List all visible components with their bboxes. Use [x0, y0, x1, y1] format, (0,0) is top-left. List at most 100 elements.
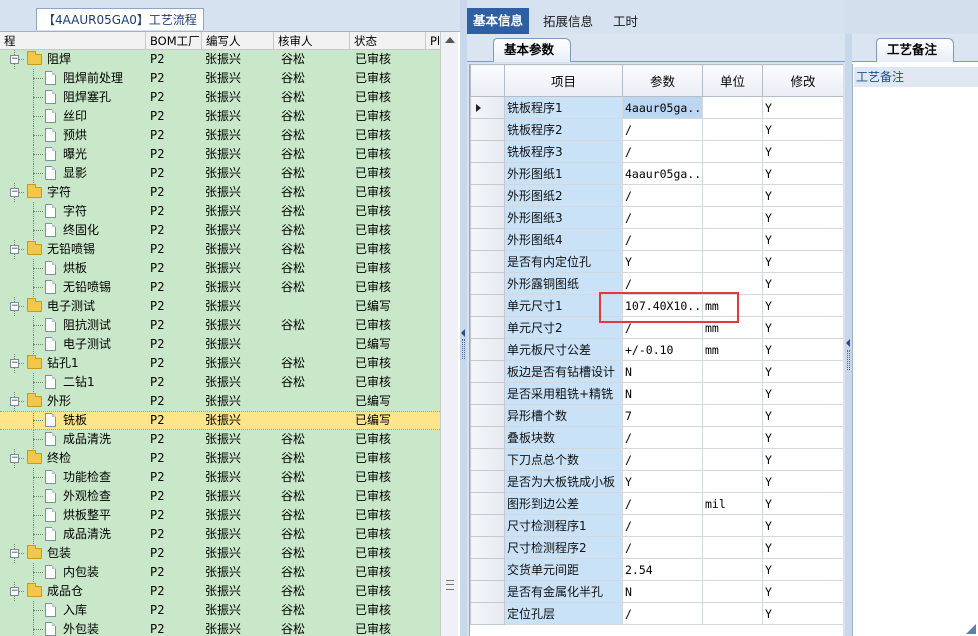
param-modify-cell[interactable]: Y: [762, 140, 843, 163]
tab-basic-info[interactable]: 基本信息: [467, 8, 530, 34]
tree-group-row[interactable]: − 钻孔1 P2 张振兴 谷松 已审核: [0, 354, 440, 373]
param-modify-cell[interactable]: Y: [762, 206, 843, 229]
param-row[interactable]: 异形槽个数 7 Y: [470, 404, 843, 427]
tree-group-row[interactable]: − 电子测试 P2 张振兴 已编写: [0, 297, 440, 316]
param-modify-cell[interactable]: Y: [762, 272, 843, 295]
param-unit-cell[interactable]: [702, 536, 763, 559]
param-row[interactable]: 是否为大板铣成小板 Y Y: [470, 470, 843, 493]
tree-step-row[interactable]: 外包装 P2 张振兴 谷松 已审核: [0, 620, 440, 636]
col-header-status[interactable]: 状态: [350, 32, 426, 50]
param-unit-cell[interactable]: [702, 580, 763, 603]
collapse-toggle-icon[interactable]: −: [10, 245, 19, 254]
param-value-cell[interactable]: /: [622, 140, 703, 163]
tree-step-row[interactable]: 铣板 P2 张振兴 已编写: [0, 411, 440, 430]
param-value-cell[interactable]: Y: [622, 470, 703, 493]
param-value-cell[interactable]: 7: [622, 404, 703, 427]
param-row[interactable]: 单元尺寸1 107.40X10... mm Y: [470, 294, 843, 317]
param-value-cell[interactable]: /: [622, 514, 703, 537]
tree-step-row[interactable]: 显影 P2 张振兴 谷松 已审核: [0, 164, 440, 183]
param-row[interactable]: 铣板程序2/ Y: [470, 118, 843, 141]
param-value-cell[interactable]: 4aaur05ga...: [622, 162, 703, 185]
row-selector[interactable]: [470, 96, 505, 119]
row-selector[interactable]: [470, 492, 505, 515]
tab-basic-params[interactable]: 基本参数: [493, 38, 572, 62]
row-selector[interactable]: [470, 536, 505, 559]
param-unit-cell[interactable]: [702, 470, 763, 493]
row-selector[interactable]: [470, 558, 505, 581]
param-row[interactable]: 是否采用粗铣+精铣 N Y: [470, 382, 843, 405]
tree-step-row[interactable]: 阻抗测试 P2 张振兴 谷松 已审核: [0, 316, 440, 335]
param-row[interactable]: 是否有金属化半孔 N Y: [470, 580, 843, 603]
row-selector[interactable]: [470, 250, 505, 273]
tree-step-row[interactable]: 成品清洗 P2 张振兴 谷松 已审核: [0, 525, 440, 544]
tree-step-row[interactable]: 外观检查 P2 张振兴 谷松 已审核: [0, 487, 440, 506]
col-header-modify[interactable]: 修改: [762, 64, 843, 97]
tree-vertical-scrollbar[interactable]: [440, 32, 458, 636]
collapse-toggle-icon[interactable]: −: [10, 587, 19, 596]
tree-group-row[interactable]: − 阻焊 P2 张振兴 谷松 已审核: [0, 50, 440, 69]
row-selector[interactable]: [470, 140, 505, 163]
param-value-cell[interactable]: /: [622, 206, 703, 229]
param-unit-cell[interactable]: [702, 272, 763, 295]
tree-group-row[interactable]: − 字符 P2 张振兴 谷松 已审核: [0, 183, 440, 202]
param-modify-cell[interactable]: Y: [762, 492, 843, 515]
param-unit-cell[interactable]: [702, 602, 763, 625]
param-row[interactable]: 铣板程序3/ Y: [470, 140, 843, 163]
right-splitter[interactable]: [845, 34, 852, 636]
row-selector[interactable]: [470, 360, 505, 383]
param-unit-cell[interactable]: [702, 448, 763, 471]
col-header-writer[interactable]: 编写人: [202, 32, 274, 50]
param-row[interactable]: 外形图纸4/ Y: [470, 228, 843, 251]
tree-group-row[interactable]: − 包装 P2 张振兴 谷松 已审核: [0, 544, 440, 563]
param-value-cell[interactable]: /: [622, 184, 703, 207]
param-modify-cell[interactable]: Y: [762, 404, 843, 427]
param-row[interactable]: 定位孔层 / Y: [470, 602, 843, 625]
param-value-cell[interactable]: N: [622, 580, 703, 603]
scroll-up-arrow-icon[interactable]: [445, 37, 455, 43]
param-modify-cell[interactable]: Y: [762, 360, 843, 383]
collapse-toggle-icon[interactable]: −: [10, 549, 19, 558]
param-unit-cell[interactable]: [702, 404, 763, 427]
param-unit-cell[interactable]: [702, 228, 763, 251]
scroll-grip-icon[interactable]: [446, 580, 454, 590]
row-selector[interactable]: [470, 580, 505, 603]
tab-work-hours[interactable]: 工时: [607, 11, 644, 33]
param-unit-cell[interactable]: [702, 118, 763, 141]
resize-corner-icon[interactable]: [966, 624, 976, 634]
col-header-process[interactable]: 程: [0, 32, 146, 50]
param-value-cell[interactable]: /: [622, 536, 703, 559]
tree-step-row[interactable]: 丝印 P2 张振兴 谷松 已审核: [0, 107, 440, 126]
collapse-toggle-icon[interactable]: −: [10, 55, 19, 64]
param-row[interactable]: 图形到边公差 / mil Y: [470, 492, 843, 515]
row-selector[interactable]: [470, 184, 505, 207]
collapse-toggle-icon[interactable]: −: [10, 188, 19, 197]
param-modify-cell[interactable]: Y: [762, 470, 843, 493]
param-unit-cell[interactable]: [702, 382, 763, 405]
param-modify-cell[interactable]: Y: [762, 228, 843, 251]
row-header-corner[interactable]: [470, 64, 505, 97]
param-value-cell[interactable]: /: [622, 228, 703, 251]
param-value-cell[interactable]: 107.40X10...: [622, 294, 703, 317]
row-selector[interactable]: [470, 404, 505, 427]
param-modify-cell[interactable]: Y: [762, 382, 843, 405]
tree-step-row[interactable]: 预烘 P2 张振兴 谷松 已审核: [0, 126, 440, 145]
param-unit-cell[interactable]: [702, 558, 763, 581]
tree-step-row[interactable]: 电子测试 P2 张振兴 已编写: [0, 335, 440, 354]
param-value-cell[interactable]: 4aaur05ga...: [622, 96, 703, 119]
param-row[interactable]: 外形图纸2/ Y: [470, 184, 843, 207]
collapse-left-arrow-icon[interactable]: [461, 329, 465, 337]
tree-step-row[interactable]: 字符 P2 张振兴 谷松 已审核: [0, 202, 440, 221]
row-selector[interactable]: [470, 426, 505, 449]
collapse-toggle-icon[interactable]: −: [10, 397, 19, 406]
param-modify-cell[interactable]: Y: [762, 448, 843, 471]
param-row[interactable]: 板边是否有钻槽设计 N Y: [470, 360, 843, 383]
tree-step-row[interactable]: 无铅喷锡 P2 张振兴 谷松 已审核: [0, 278, 440, 297]
row-selector[interactable]: [470, 316, 505, 339]
param-unit-cell[interactable]: [702, 250, 763, 273]
tree-step-row[interactable]: 内包装 P2 张振兴 谷松 已审核: [0, 563, 440, 582]
row-selector[interactable]: [470, 470, 505, 493]
param-value-cell[interactable]: Y: [622, 250, 703, 273]
param-value-cell[interactable]: +/-0.10: [622, 338, 703, 361]
tab-process-remark[interactable]: 工艺备注: [876, 38, 955, 62]
tree-step-row[interactable]: 成品清洗 P2 张振兴 谷松 已审核: [0, 430, 440, 449]
